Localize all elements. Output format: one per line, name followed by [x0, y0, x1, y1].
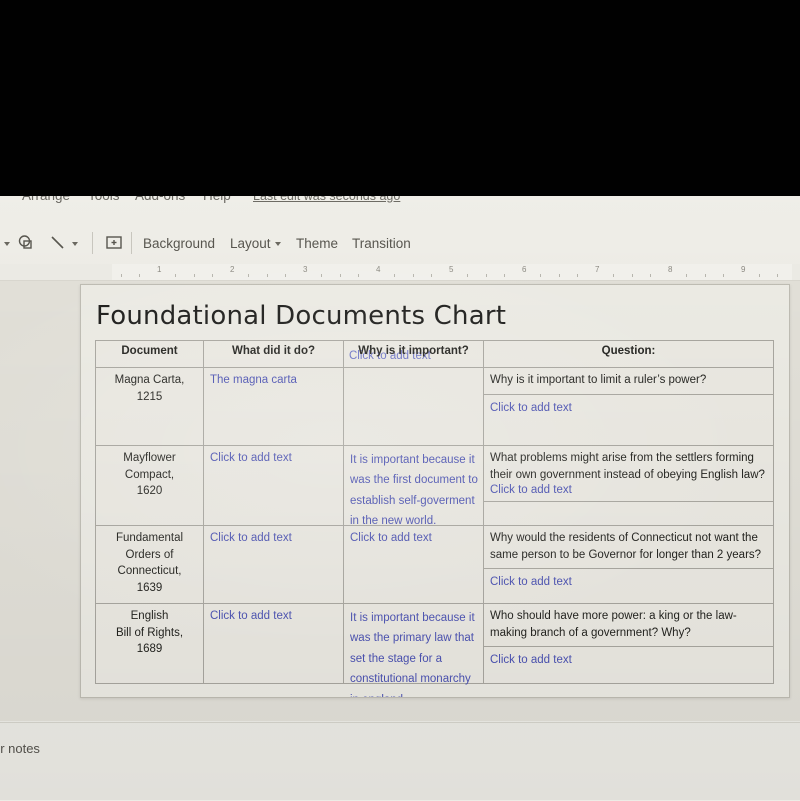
line-icon	[51, 236, 64, 249]
document-name-line2: 1215	[136, 390, 163, 403]
document-name-line3: Connecticut,	[117, 565, 182, 578]
table-row: Mayflower Compact, 1620 Click to add tex…	[95, 445, 774, 527]
toolbar-overflow-caret[interactable]	[0, 228, 10, 258]
ruler-mark-8: 8	[668, 265, 673, 274]
table-row: Fundamental Orders of Connecticut, 1639 …	[95, 525, 774, 604]
cell-what-did-it-do[interactable]: Click to add text	[203, 525, 344, 604]
cell-document-name[interactable]: Magna Carta, 1215	[95, 367, 204, 446]
header-why-is-it-important[interactable]: Why is it important? Click to add text	[343, 340, 484, 368]
header-question-label: Question:	[601, 345, 656, 357]
document-name-line1: Mayflower	[123, 452, 176, 464]
new-slide-button[interactable]	[104, 228, 124, 258]
question-text: Why is it important to limit a ruler’s p…	[490, 374, 707, 386]
ruler-mark-7: 7	[595, 265, 600, 274]
header-question[interactable]: Question:	[483, 340, 774, 368]
question-text: Why would the residents of Connecticut n…	[490, 532, 762, 561]
why-important-text: Click to add text	[350, 532, 432, 544]
table-row: Magna Carta, 1215 The magna carta Why is…	[95, 367, 774, 446]
shape-button[interactable]	[16, 228, 36, 258]
slide[interactable]: Foundational Documents Chart Document Wh…	[80, 284, 790, 698]
document-name-line2: Bill of Rights,	[115, 626, 184, 639]
new-slide-icon	[106, 236, 122, 249]
question-text: What problems might arise from the settl…	[490, 452, 765, 481]
table-header-row: Document What did it do? Why is it impor…	[95, 340, 774, 368]
header-what-did-it-do[interactable]: What did it do?	[203, 340, 344, 368]
photographed-screen: Arrange Tools Add-ons Help Last edit was…	[0, 0, 800, 801]
header-document[interactable]: Document	[95, 340, 204, 368]
cell-question[interactable]: Why is it important to limit a ruler’s p…	[483, 367, 774, 446]
cell-why-important[interactable]: Click to add text	[343, 525, 484, 604]
layout-button-label: Layout	[230, 235, 271, 251]
document-name-line2: Orders of	[125, 548, 174, 561]
cell-what-did-it-do[interactable]: The magna carta	[203, 367, 344, 446]
document-name-line4: 1639	[136, 582, 163, 595]
question-answer-placeholder[interactable]: Click to add text	[490, 482, 572, 500]
header-document-label: Document	[121, 345, 178, 357]
question-text: Who should have more power: a king or th…	[490, 610, 737, 639]
cell-question[interactable]: What problems might arise from the settl…	[483, 445, 774, 526]
slide-title[interactable]: Foundational Documents Chart	[96, 301, 506, 331]
question-answer-placeholder[interactable]: Click to add text	[484, 568, 773, 592]
cell-document-name[interactable]: Mayflower Compact, 1620	[95, 445, 204, 526]
toolbar-divider	[131, 232, 132, 254]
cell-what-did-it-do[interactable]: Click to add text	[203, 603, 344, 684]
photo-letterbox-top	[0, 0, 800, 196]
ruler-mark-2: 2	[230, 265, 235, 274]
what-did-it-do-text: Click to add text	[210, 610, 292, 622]
speaker-notes-pane[interactable]: eaker notes	[0, 722, 800, 801]
background-button[interactable]: Background	[143, 228, 215, 258]
shape-icon	[18, 235, 32, 249]
line-button[interactable]	[48, 228, 78, 258]
ruler-mark-1: 1	[157, 265, 162, 274]
why-important-text: It is important because it was the prima…	[350, 612, 475, 697]
chevron-down-icon	[274, 242, 281, 246]
what-did-it-do-text: Click to add text	[210, 452, 292, 464]
what-did-it-do-text: The magna carta	[210, 374, 297, 386]
what-did-it-do-text: Click to add text	[210, 532, 292, 544]
cell-question[interactable]: Who should have more power: a king or th…	[483, 603, 774, 684]
ruler-mark-9: 9	[741, 265, 746, 274]
header-what-label: What did it do?	[231, 345, 316, 357]
cell-what-did-it-do[interactable]: Click to add text	[203, 445, 344, 526]
foundational-documents-table[interactable]: Document What did it do? Why is it impor…	[95, 340, 774, 697]
document-name-line3: 1689	[136, 643, 163, 656]
document-name-line1: Fundamental	[115, 532, 184, 544]
cell-question[interactable]: Why would the residents of Connecticut n…	[483, 525, 774, 604]
question-answer-placeholder[interactable]: Click to add text	[484, 646, 773, 670]
chevron-down-icon	[4, 242, 10, 246]
document-name-line3: 1620	[136, 485, 163, 498]
layout-button[interactable]: Layout	[230, 228, 281, 258]
why-important-text: It is important because it was the first…	[350, 454, 478, 528]
transition-button[interactable]: Transition	[352, 228, 411, 258]
ruler-mark-4: 4	[376, 265, 381, 274]
cell-document-name[interactable]: Fundamental Orders of Connecticut, 1639	[95, 525, 204, 604]
horizontal-ruler[interactable]: 1 2 3 4 5 6 7 8 9	[0, 264, 800, 281]
theme-button[interactable]: Theme	[296, 228, 338, 258]
slide-canvas-area: Foundational Documents Chart Document Wh…	[0, 281, 800, 721]
question-answer-placeholder[interactable]: Click to add text	[484, 393, 773, 418]
document-name-line1: English	[130, 610, 169, 622]
chevron-down-icon	[72, 242, 78, 246]
toolbar-divider	[92, 232, 93, 254]
document-name-line1: Magna Carta,	[114, 374, 185, 386]
ruler-track: 1 2 3 4 5 6 7 8 9	[112, 264, 792, 280]
ruler-mark-3: 3	[303, 265, 308, 274]
header-why-label: Why is it important?	[358, 345, 469, 357]
cell-why-important[interactable]: It is important because it was the first…	[343, 445, 484, 527]
speaker-notes-placeholder[interactable]: eaker notes	[0, 741, 40, 756]
ruler-mark-6: 6	[522, 265, 527, 274]
cell-why-important[interactable]: It is important because it was the prima…	[343, 603, 484, 697]
ruler-mark-5: 5	[449, 265, 454, 274]
cell-document-name[interactable]: English Bill of Rights, 1689	[95, 603, 204, 684]
document-name-line2: Compact,	[124, 468, 175, 481]
toolbar: Background Layout Theme Transition	[0, 228, 800, 262]
cell-why-important[interactable]	[343, 367, 484, 446]
table-row: English Bill of Rights, 1689 Click to ad…	[95, 603, 774, 697]
